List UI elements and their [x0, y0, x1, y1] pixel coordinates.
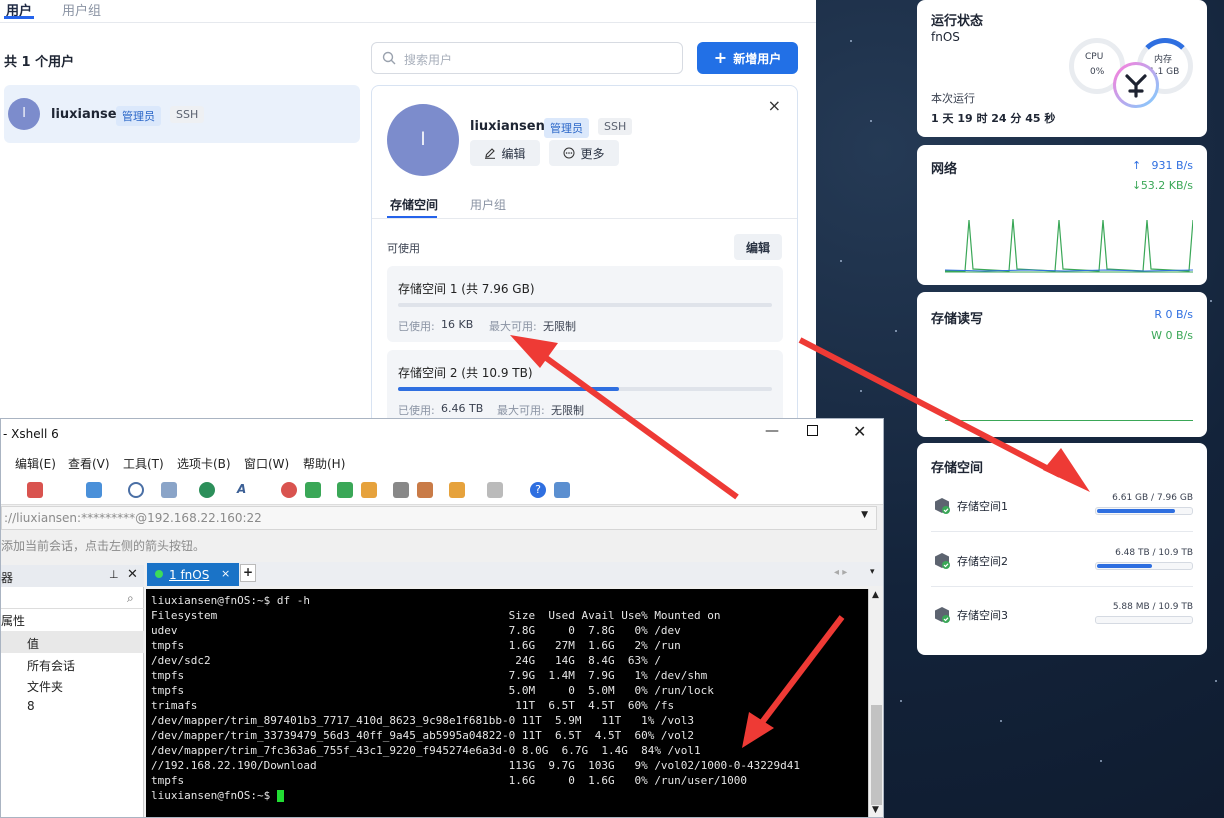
red-arrow-2	[798, 337, 1090, 492]
red-arrow-1	[510, 335, 739, 500]
annotation-arrows	[510, 335, 1090, 748]
red-arrow-3	[742, 615, 845, 748]
